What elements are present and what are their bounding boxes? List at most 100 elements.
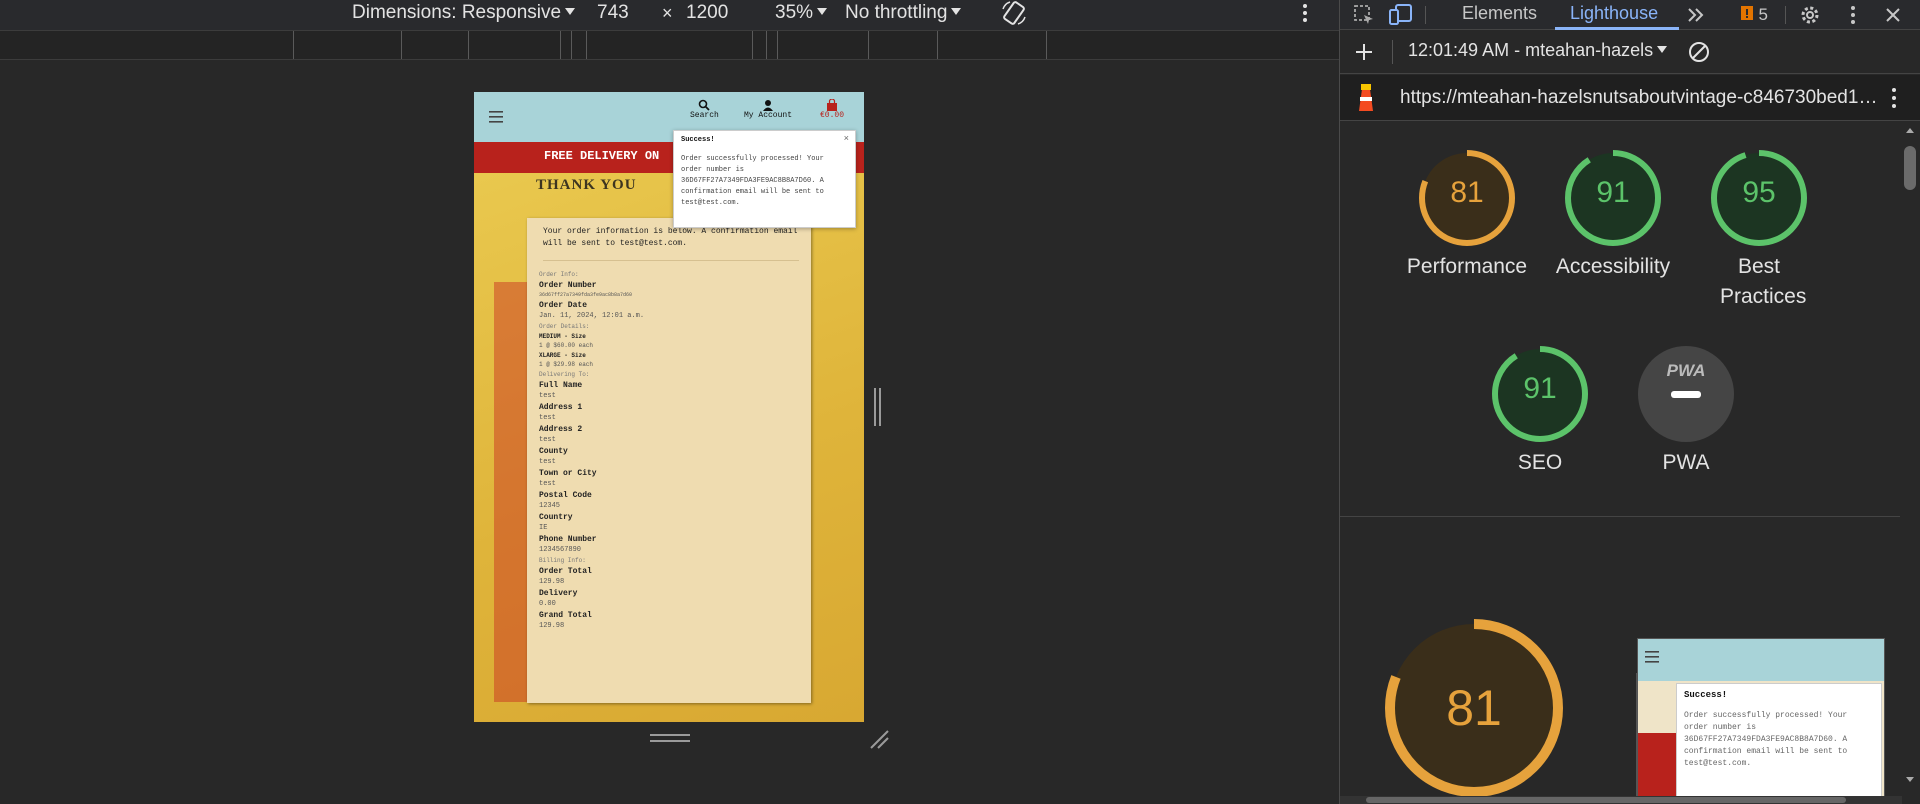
field-value: test <box>539 480 556 488</box>
horizontal-resize-handle[interactable] <box>874 388 881 426</box>
tab-elements[interactable]: Elements <box>1462 3 1537 24</box>
field-value: IE <box>539 524 548 532</box>
device-toggle-icon[interactable] <box>1388 3 1414 27</box>
scrollbar-thumb[interactable] <box>1904 146 1916 190</box>
vertical-resize-handle[interactable] <box>650 734 690 742</box>
shopping-bag-icon <box>827 99 837 111</box>
dimensions-dropdown[interactable]: Dimensions: Responsive <box>352 2 576 24</box>
field-label: Address 2 <box>539 425 583 434</box>
width-input[interactable]: 743 <box>597 2 629 24</box>
field-value: 0.00 <box>539 600 556 608</box>
issue-flag-icon <box>1741 6 1753 20</box>
order-number: 36d67ff27a7349fda3fe9ac8b8a7d60 <box>539 292 633 298</box>
report-selector-label: 12:01:49 AM - mteahan-hazels <box>1408 40 1654 60</box>
device-emulation-pane: Dimensions: Responsive 743 × 1200 35% No… <box>0 0 1339 804</box>
field-value: test <box>539 458 556 466</box>
toast-title: Success! <box>681 136 715 144</box>
close-icon[interactable]: × <box>844 134 849 144</box>
line-item-price: 1 @ $60.00 each <box>539 342 594 349</box>
section-label: Order Info: <box>539 271 579 278</box>
media-query-bar[interactable] <box>0 30 1339 60</box>
field-label: Delivery <box>539 589 578 598</box>
field-value: test <box>539 392 556 400</box>
nav-account[interactable]: My Account <box>744 99 792 120</box>
gauge-seo[interactable]: 91 SEO <box>1471 344 1609 478</box>
times-separator: × <box>662 3 673 23</box>
field-label: Order Number <box>539 281 597 290</box>
field-value: 129.98 <box>539 622 565 630</box>
field-label: Order Total <box>539 567 592 576</box>
thumb-toast: Success! Order successfully processed! Y… <box>1676 683 1882 797</box>
score-gauges: 81 Performance 91 Accessibility 95 Best … <box>1340 122 1902 517</box>
throttling-dropdown[interactable]: No throttling <box>845 2 962 24</box>
seo-label: SEO <box>1517 451 1563 474</box>
pwa-badge-icon: PWA <box>1638 346 1734 442</box>
report-url[interactable]: https://mteahan-hazelsnutsaboutvintage-c… <box>1400 87 1877 109</box>
nav-bag[interactable]: €0.00 <box>820 99 844 120</box>
success-toast: Success! Order successfully processed! Y… <box>673 130 856 228</box>
zoom-label: 35% <box>775 2 814 23</box>
inspect-element-icon[interactable] <box>1352 3 1376 27</box>
performance-big-score: 81 <box>1446 680 1502 736</box>
clear-report-icon[interactable] <box>1687 40 1711 64</box>
more-tabs-icon[interactable] <box>1686 6 1706 24</box>
gauge-accessibility[interactable]: 91 Accessibility <box>1544 148 1682 282</box>
line-item-price: 1 @ $29.98 each <box>539 361 594 368</box>
performance-big-gauge[interactable]: 81 <box>1383 617 1565 799</box>
order-date: Jan. 11, 2024, 12:01 a.m. <box>539 312 645 320</box>
scroll-up-arrow-icon[interactable] <box>1905 126 1915 134</box>
lighthouse-logo-icon <box>1359 84 1373 111</box>
issues-counter[interactable]: 5 <box>1740 4 1768 25</box>
chevron-down-icon <box>951 8 962 15</box>
search-icon <box>699 99 711 111</box>
gauge-performance[interactable]: 81 Performance <box>1398 148 1536 282</box>
more-options-icon[interactable] <box>1300 0 1310 32</box>
field-label: Order Date <box>539 301 588 310</box>
nav-bag-total: €0.00 <box>820 111 845 120</box>
field-label: Full Name <box>539 381 583 390</box>
accessibility-score: 91 <box>1596 176 1630 209</box>
report-selector[interactable]: 12:01:49 AM - mteahan-hazels <box>1408 40 1668 61</box>
close-icon[interactable] <box>1883 5 1903 25</box>
issues-count: 5 <box>1758 5 1768 24</box>
devtools-panel: Elements Lighthouse 5 12:01:49 AM - mtea… <box>1339 0 1920 804</box>
report-menu-icon[interactable] <box>1889 85 1899 111</box>
field-value: 12345 <box>539 502 561 510</box>
tab-lighthouse[interactable]: Lighthouse <box>1570 3 1658 24</box>
field-label: Address 1 <box>539 403 583 412</box>
svg-text:PWA: PWA <box>1667 361 1706 380</box>
field-label: Town or City <box>539 469 597 478</box>
zoom-dropdown[interactable]: 35% <box>775 2 828 24</box>
settings-gear-icon[interactable] <box>1798 3 1822 27</box>
new-report-plus-icon[interactable] <box>1354 42 1374 62</box>
more-options-icon[interactable] <box>1848 3 1858 27</box>
thumb-header <box>1638 639 1884 681</box>
order-intro: Your order information is below. A confi… <box>543 226 799 261</box>
report-url-bar: https://mteahan-hazelsnutsaboutvintage-c… <box>1340 75 1920 121</box>
thumb-toast-body: Order successfully processed! Your order… <box>1684 711 1848 768</box>
horizontal-scrollbar[interactable] <box>1340 796 1902 804</box>
thumb-banner <box>1638 733 1678 797</box>
pwa-label: PWA <box>1662 451 1710 474</box>
line-item-size: MEDIUM - Size <box>539 333 586 340</box>
chevron-down-icon <box>817 8 828 15</box>
best-practices-label: Best Practices <box>1720 255 1807 308</box>
scroll-down-arrow-icon[interactable] <box>1905 776 1915 784</box>
gauge-best-practices[interactable]: 95 Best Practices <box>1690 148 1828 312</box>
user-icon <box>763 100 773 111</box>
hamburger-menu-icon[interactable] <box>489 111 503 123</box>
field-value: test <box>539 414 556 422</box>
vertical-scrollbar[interactable] <box>1900 122 1920 790</box>
gauge-pwa[interactable]: PWA PWA <box>1617 344 1755 478</box>
field-value: 129.98 <box>539 578 565 586</box>
height-input[interactable]: 1200 <box>686 2 728 24</box>
throttling-label: No throttling <box>845 2 948 23</box>
performance-score: 81 <box>1450 176 1484 209</box>
field-value: 1234567890 <box>539 546 582 554</box>
rotate-icon[interactable] <box>1000 0 1028 32</box>
corner-resize-icon[interactable] <box>868 728 890 750</box>
emulated-page[interactable]: Search My Account €0.00 FREE DELIVERY ON… <box>474 92 864 722</box>
nav-search[interactable]: Search <box>690 99 719 120</box>
final-screenshot-thumbnail[interactable]: Success! Order successfully processed! Y… <box>1637 638 1885 798</box>
chevron-down-icon <box>565 8 576 15</box>
